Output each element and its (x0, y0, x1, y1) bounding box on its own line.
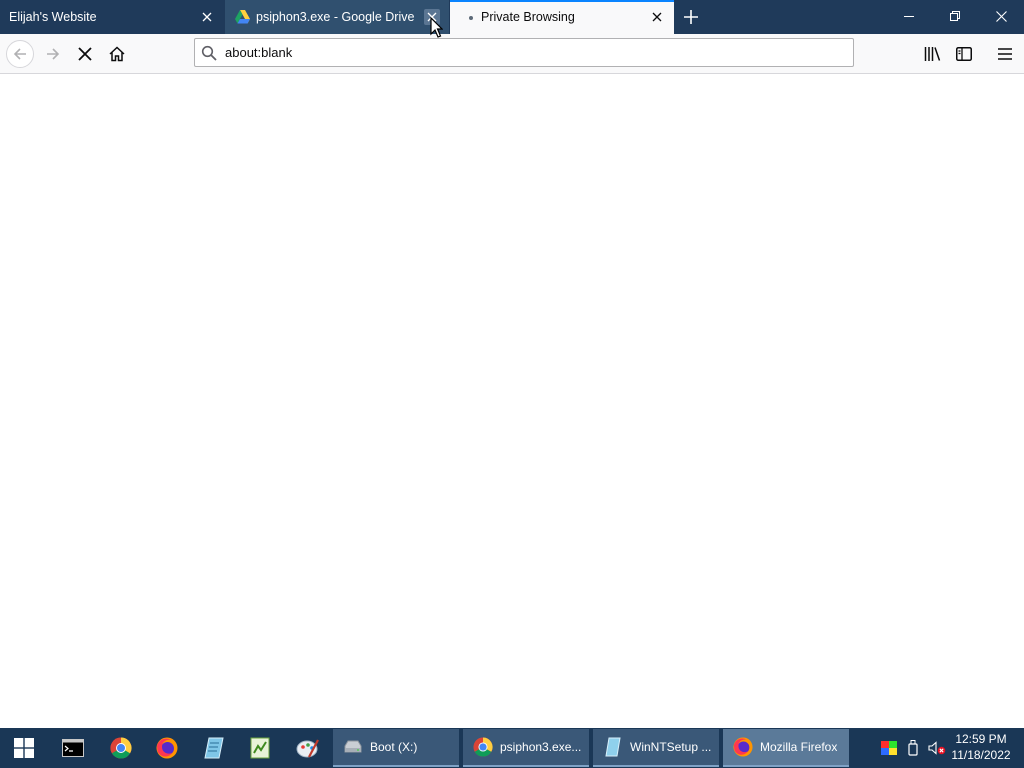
stop-icon (78, 47, 92, 61)
chrome-icon (473, 737, 493, 757)
notepad-icon (204, 737, 224, 759)
library-button[interactable] (918, 40, 946, 68)
winntsetup-icon (605, 737, 621, 757)
tab-title: Elijah's Website (9, 10, 97, 24)
winntsetup-icon (250, 737, 270, 759)
library-icon (924, 47, 940, 61)
firefox-taskbar-button[interactable] (144, 728, 190, 768)
search-icon (201, 45, 217, 61)
tray-color-button[interactable] (880, 738, 898, 758)
taskbar-app-firefox[interactable]: Mozilla Firefox (723, 729, 849, 767)
notepad-taskbar-button[interactable] (191, 728, 237, 768)
clock-date: 11/18/2022 (951, 748, 1011, 762)
taskbar-clock[interactable]: 12:59 PM 11/18/2022 (944, 731, 1018, 763)
back-button[interactable] (6, 40, 34, 68)
tab-elijahs-website[interactable]: Elijah's Website (0, 0, 224, 34)
sidebars-button[interactable] (950, 40, 978, 68)
taskbar-app-boot-drive[interactable]: Boot (X:) (333, 729, 459, 767)
page-content-blank[interactable] (0, 74, 1024, 728)
windows-start-icon (14, 738, 34, 758)
forward-arrow-icon (47, 48, 60, 60)
tray-usb-button[interactable] (904, 738, 922, 758)
close-window-button[interactable] (978, 0, 1024, 32)
firefox-icon (156, 737, 178, 759)
usb-icon (908, 740, 918, 756)
minimize-button[interactable] (886, 0, 932, 32)
open-menu-button[interactable] (991, 40, 1019, 68)
minimize-icon (904, 16, 914, 17)
firefox-icon (733, 737, 753, 757)
restore-button[interactable] (932, 0, 978, 32)
paint-taskbar-button[interactable] (285, 728, 331, 768)
navigation-toolbar (0, 34, 1024, 74)
taskbar-app-label: Mozilla Firefox (760, 740, 838, 754)
drive-icon (344, 740, 362, 753)
winntsetup-taskbar-button[interactable] (237, 728, 283, 768)
close-icon (995, 10, 1007, 22)
tab-psiphon-google-drive[interactable]: psiphon3.exe - Google Drive (225, 0, 449, 34)
color-icon (881, 741, 897, 755)
google-drive-icon (235, 10, 250, 24)
tab-title: Private Browsing (481, 10, 575, 24)
close-tab-icon[interactable] (649, 9, 665, 25)
taskbar-app-label: psiphon3.exe... (500, 740, 582, 754)
taskbar-app-chrome-psiphon[interactable]: psiphon3.exe... (463, 729, 589, 767)
terminal-taskbar-button[interactable] (50, 728, 96, 768)
tab-title: psiphon3.exe - Google Drive (256, 10, 415, 24)
stop-button[interactable] (71, 40, 99, 68)
paint-icon (296, 739, 319, 758)
hamburger-menu-icon (998, 48, 1012, 60)
home-icon (109, 46, 125, 62)
clock-time: 12:59 PM (955, 732, 1007, 746)
url-input[interactable] (225, 45, 825, 60)
taskbar-app-label: Boot (X:) (370, 740, 418, 754)
chrome-icon (110, 737, 132, 759)
terminal-icon (62, 739, 84, 757)
back-arrow-icon (13, 48, 26, 60)
start-button[interactable] (1, 728, 47, 768)
new-tab-button[interactable] (681, 7, 701, 27)
mouse-cursor-icon (430, 17, 443, 38)
close-tab-icon[interactable] (199, 9, 215, 25)
taskbar-app-label: WinNTSetup ... (630, 740, 712, 754)
chrome-taskbar-button[interactable] (98, 728, 144, 768)
sidebar-icon (956, 47, 972, 61)
taskbar-app-winntsetup[interactable]: WinNTSetup ... (593, 729, 719, 767)
loading-dot-icon (469, 16, 473, 20)
address-bar[interactable] (194, 38, 854, 67)
home-button[interactable] (103, 40, 131, 68)
tab-strip: Elijah's Website psiphon3.exe - Google D… (0, 0, 1024, 34)
windows-taskbar: Boot (X:) psiphon3.exe... WinNTSetup ...… (0, 728, 1024, 768)
tab-private-browsing[interactable]: Private Browsing (450, 0, 674, 34)
forward-button[interactable] (39, 40, 67, 68)
plus-icon (684, 10, 698, 24)
restore-icon (950, 11, 960, 21)
